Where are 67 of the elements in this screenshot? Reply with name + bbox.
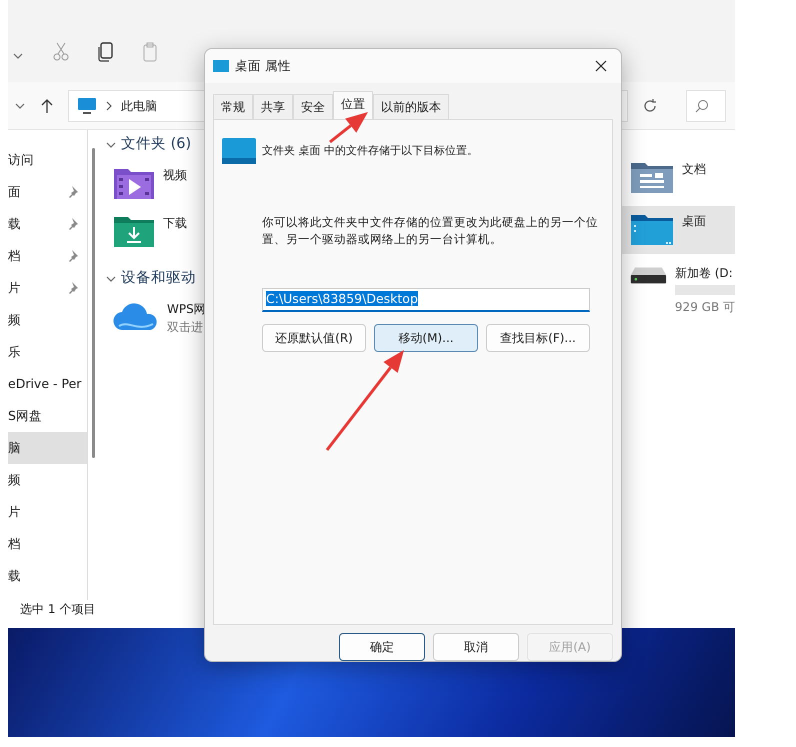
pin-icon bbox=[67, 185, 79, 199]
item-name: 桌面 bbox=[682, 213, 706, 230]
sidebar-item[interactable]: 片 bbox=[8, 496, 87, 528]
status-bar-text: 选中 1 个项目 bbox=[19, 601, 96, 618]
file-item[interactable]: 下载 bbox=[105, 208, 215, 256]
section-header[interactable]: 设备和驱动 bbox=[105, 264, 215, 294]
scrollbar[interactable] bbox=[92, 148, 95, 458]
monitor-icon bbox=[77, 96, 97, 114]
cut-icon[interactable] bbox=[52, 42, 70, 62]
search-field[interactable] bbox=[686, 90, 726, 122]
sidebar-item[interactable]: 面 bbox=[8, 176, 87, 208]
tab[interactable]: 共享 bbox=[253, 94, 293, 119]
file-item[interactable]: 文档 bbox=[622, 154, 735, 202]
copy-icon[interactable] bbox=[98, 42, 114, 62]
sidebar-item[interactable]: 载 bbox=[8, 208, 87, 240]
path-field[interactable]: C:\Users\83859\Desktop bbox=[262, 288, 590, 312]
item-name: 下载 bbox=[163, 215, 187, 232]
refresh-icon[interactable] bbox=[642, 98, 658, 114]
action-button[interactable]: 查找目标(F)... bbox=[486, 324, 590, 352]
address-text: 此电脑 bbox=[121, 98, 157, 114]
dialog-button[interactable]: 取消 bbox=[433, 633, 519, 661]
sidebar-item[interactable]: S网盘 bbox=[8, 400, 87, 432]
tab[interactable]: 安全 bbox=[293, 94, 333, 119]
action-button[interactable]: 移动(M)... bbox=[374, 324, 478, 352]
action-button[interactable]: 还原默认值(R) bbox=[262, 324, 366, 352]
sidebar-item[interactable]: 频 bbox=[8, 304, 87, 336]
search-icon bbox=[695, 98, 709, 112]
dialog-title: 桌面 属性 bbox=[235, 56, 291, 75]
sidebar-item[interactable]: 片 bbox=[8, 272, 87, 304]
chevron-right-icon bbox=[105, 100, 113, 110]
item-name: WPS网 bbox=[167, 301, 206, 318]
pin-icon bbox=[67, 249, 79, 263]
sidebar-item[interactable]: 载 bbox=[8, 560, 87, 592]
item-name: 文档 bbox=[682, 161, 706, 178]
file-item[interactable]: 桌面 bbox=[622, 206, 735, 254]
sidebar-item[interactable]: 脑 bbox=[8, 432, 87, 464]
desktop-folder-icon bbox=[630, 212, 674, 246]
pin-icon bbox=[67, 281, 79, 295]
pin-icon bbox=[67, 217, 79, 231]
sidebar-item[interactable]: 乐 bbox=[8, 336, 87, 368]
sidebar-item[interactable]: 访问 bbox=[8, 144, 87, 176]
sidebar-item[interactable]: 档 bbox=[8, 240, 87, 272]
tab[interactable]: 常规 bbox=[213, 94, 253, 119]
item-detail: 双击进 bbox=[167, 319, 204, 336]
video-folder-icon bbox=[113, 166, 155, 200]
item-name: 新加卷 (D: bbox=[674, 265, 734, 282]
location-heading: 文件夹 桌面 中的文件存储于以下目标位置。 bbox=[262, 142, 478, 159]
sidebar-item[interactable]: 档 bbox=[8, 528, 87, 560]
sidebar-item[interactable]: eDrive - Per bbox=[8, 368, 87, 400]
up-arrow-icon[interactable] bbox=[40, 98, 54, 114]
section-header[interactable]: 文件夹 (6) bbox=[105, 130, 215, 160]
annotation-arrow bbox=[329, 112, 368, 144]
tab[interactable]: 位置 bbox=[333, 90, 373, 119]
file-item[interactable]: WPS网 双击进 bbox=[105, 294, 215, 344]
folder-icon bbox=[222, 138, 256, 164]
close-icon bbox=[595, 60, 607, 72]
description-text: 你可以将此文件夹中文件存储的位置更改为此硬盘上的另一个位置、另一个驱动器或网络上的另一台计算机。 bbox=[262, 214, 599, 248]
dialog-button[interactable]: 确定 bbox=[339, 633, 425, 661]
file-item[interactable]: 新加卷 (D: 929 GB 可 bbox=[622, 258, 735, 324]
item-name: 视频 bbox=[163, 167, 187, 184]
sidebar-item[interactable]: 频 bbox=[8, 464, 87, 496]
document-folder-icon bbox=[630, 160, 674, 194]
item-detail: 929 GB 可 bbox=[674, 299, 735, 316]
folder-icon bbox=[213, 60, 229, 72]
tab[interactable]: 以前的版本 bbox=[373, 94, 449, 119]
download-folder-icon bbox=[113, 214, 155, 248]
file-item[interactable]: 视频 bbox=[105, 160, 215, 208]
